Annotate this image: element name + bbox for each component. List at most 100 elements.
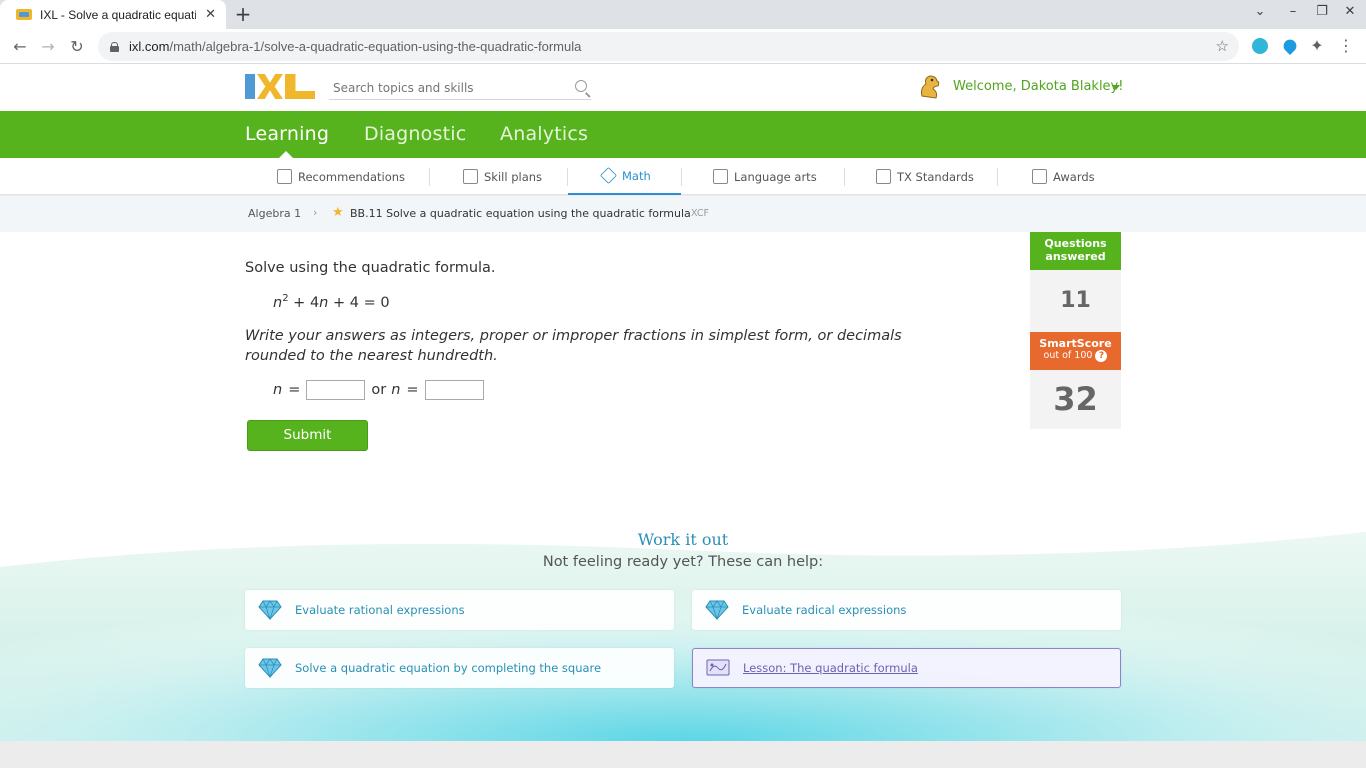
answer-instructions: Write your answers as integers, proper o… xyxy=(245,328,902,364)
submit-button[interactable]: Submit xyxy=(247,420,368,451)
skill-code: XCF xyxy=(691,208,709,219)
extension-swirl-icon[interactable] xyxy=(1252,38,1268,54)
search-icon[interactable] xyxy=(575,80,587,92)
nav-diagnostic[interactable]: Diagnostic xyxy=(364,123,466,145)
page-footer-band xyxy=(0,741,1366,768)
logo-letter-x xyxy=(257,74,283,99)
back-icon[interactable]: ← xyxy=(9,36,31,58)
question-prompt: Solve using the quadratic formula. xyxy=(245,260,496,276)
mascot-avatar-icon[interactable] xyxy=(918,74,942,100)
search-input[interactable] xyxy=(329,80,559,95)
ixl-favicon-icon xyxy=(16,9,32,20)
subnav-tx-standards[interactable]: TX Standards xyxy=(876,158,974,195)
extensions-puzzle-icon[interactable]: ✦ xyxy=(1306,35,1328,57)
browser-tab-bar: IXL - Solve a quadratic equation ✕ + ⌄ –… xyxy=(0,0,1366,29)
welcome-user-menu[interactable]: Welcome, Dakota Blakley! xyxy=(953,79,1123,94)
subnav-label: Skill plans xyxy=(484,169,543,184)
breadcrumb: Algebra 1 › ★ BB.11 Solve a quadratic eq… xyxy=(0,196,1366,232)
practice-area: Solve using the quadratic formula. n2 + … xyxy=(0,232,1366,741)
subnav-math[interactable]: Math xyxy=(568,158,681,195)
equation: n2 + 4n + 4 = 0 xyxy=(273,293,390,311)
subnav-language-arts[interactable]: Language arts xyxy=(713,158,817,195)
bookmark-star-icon[interactable]: ☆ xyxy=(1216,37,1229,55)
standards-icon xyxy=(876,169,891,184)
help-card-radical-expressions[interactable]: Evaluate radical expressions xyxy=(692,590,1121,630)
help-card-lesson-quadratic-formula[interactable]: Lesson: The quadratic formula xyxy=(692,648,1121,688)
answer-input-2[interactable] xyxy=(424,380,484,400)
lock-icon[interactable] xyxy=(110,41,119,52)
subnav-label: Awards xyxy=(1053,169,1095,184)
equals-sign: = xyxy=(288,382,301,398)
work-it-out-title: Work it out xyxy=(637,530,729,549)
help-card-label: Lesson: The quadratic formula xyxy=(743,661,918,675)
equation-term: + 4 xyxy=(288,294,320,311)
close-window-icon[interactable]: ✕ xyxy=(1340,4,1360,19)
subnav-label: Recommendations xyxy=(298,169,406,184)
logo-letter-l xyxy=(285,74,315,99)
subnav-label: Language arts xyxy=(734,169,817,184)
questions-answered-label: Questions answered xyxy=(1030,232,1121,270)
nav-analytics[interactable]: Analytics xyxy=(500,123,588,145)
tab-title: IXL - Solve a quadratic equation xyxy=(40,7,196,22)
subnav-skill-plans[interactable]: Skill plans xyxy=(463,158,542,195)
help-icon[interactable]: ? xyxy=(1095,350,1108,362)
extension-drop-icon[interactable] xyxy=(1280,36,1300,56)
book-icon xyxy=(713,169,728,184)
work-it-out-subtitle: Not feeling ready yet? These can help: xyxy=(542,554,824,570)
answer-input-1[interactable] xyxy=(306,380,366,400)
help-card-label: Evaluate radical expressions xyxy=(742,603,907,617)
nav-learning[interactable]: Learning xyxy=(245,123,329,145)
star-icon[interactable]: ★ xyxy=(332,205,344,220)
ixl-logo[interactable] xyxy=(245,74,315,99)
browser-menu-icon[interactable]: ⋮ xyxy=(1335,35,1357,57)
new-tab-button[interactable]: + xyxy=(232,3,254,25)
recommendations-icon xyxy=(277,169,292,184)
equation-tail: + 4 = 0 xyxy=(328,294,390,311)
close-tab-icon[interactable]: ✕ xyxy=(205,7,216,22)
background-wave xyxy=(0,532,1366,741)
primary-nav: Learning Diagnostic Analytics xyxy=(0,111,1366,158)
subnav-label: Math xyxy=(622,168,651,183)
address-bar[interactable]: ixl.com/math/algebra-1/solve-a-quadratic… xyxy=(98,32,1239,61)
smartscore-sub: out of 100 ? xyxy=(1030,350,1121,362)
minimize-icon[interactable]: – xyxy=(1283,4,1303,19)
tab-search-icon[interactable]: ⌄ xyxy=(1250,4,1270,19)
stats-panel: Questions answered 11 SmartScore out of … xyxy=(1030,232,1121,429)
browser-toolbar: ← → ↻ ixl.com/math/algebra-1/solve-a-qua… xyxy=(0,29,1366,64)
browser-tab[interactable]: IXL - Solve a quadratic equation ✕ xyxy=(0,0,226,29)
gem-icon xyxy=(705,600,729,620)
lesson-whiteboard-icon xyxy=(706,659,730,676)
help-card-rational-expressions[interactable]: Evaluate rational expressions xyxy=(245,590,674,630)
reload-icon[interactable]: ↻ xyxy=(66,36,88,58)
chevron-down-icon[interactable] xyxy=(1112,85,1120,90)
logo-letter-i xyxy=(245,74,255,99)
url-text: ixl.com/math/algebra-1/solve-a-quadratic… xyxy=(129,39,581,54)
equation-variable: n xyxy=(273,294,283,311)
smartscore-header: SmartScore out of 100 ? xyxy=(1030,332,1121,370)
breadcrumb-course[interactable]: Algebra 1 xyxy=(248,207,301,220)
breadcrumb-skill: BB.11 Solve a quadratic equation using t… xyxy=(350,207,691,220)
or-label: or xyxy=(371,382,387,398)
restore-icon[interactable]: ❐ xyxy=(1312,4,1332,19)
subnav-awards[interactable]: Awards xyxy=(1032,158,1095,195)
help-card-label: Evaluate rational expressions xyxy=(295,603,465,617)
equals-sign: = xyxy=(406,382,419,398)
answer-variable: n xyxy=(391,382,401,398)
divider xyxy=(844,168,845,186)
subnav-recommendations[interactable]: Recommendations xyxy=(277,158,405,195)
url-host: ixl.com xyxy=(129,39,170,54)
divider xyxy=(997,168,998,186)
help-card-completing-square[interactable]: Solve a quadratic equation by completing… xyxy=(245,648,674,688)
forward-icon[interactable]: → xyxy=(37,36,59,58)
site-header: Welcome, Dakota Blakley! xyxy=(0,64,1366,111)
divider xyxy=(429,168,430,186)
answer-row: n = or n = xyxy=(273,380,490,400)
search-box xyxy=(329,76,591,100)
active-nav-pointer xyxy=(279,151,293,158)
gem-icon xyxy=(258,600,282,620)
gem-icon xyxy=(258,658,282,678)
divider xyxy=(681,168,682,186)
subnav-label: TX Standards xyxy=(897,169,974,184)
awards-icon xyxy=(1032,169,1047,184)
questions-answered-value: 11 xyxy=(1030,270,1121,332)
